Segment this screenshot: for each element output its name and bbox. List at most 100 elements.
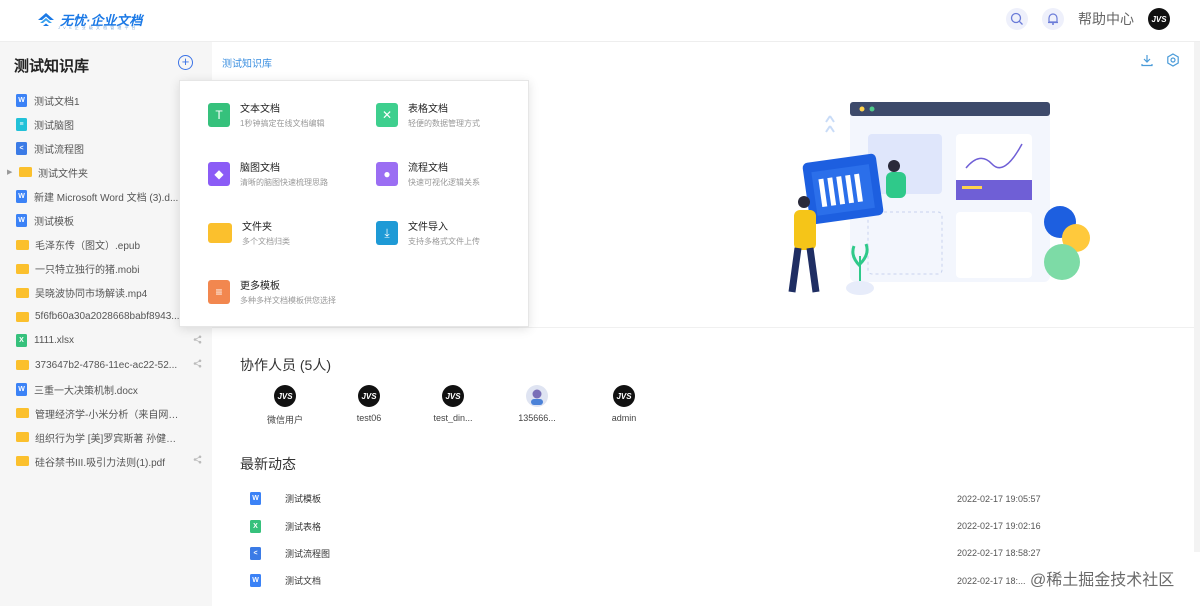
- sidebar-file-label: 测试模板: [34, 217, 74, 229]
- collaborator-avatar: [526, 385, 548, 407]
- activity-row[interactable]: X 测试表格 2022-02-17 19:02:16: [250, 512, 1050, 539]
- menu-item-text: 表格文档轻便的数据管理方式: [408, 103, 480, 130]
- sidebar-file-item[interactable]: 管理经济学-小米分析（来自网络...: [0, 401, 212, 425]
- menu-item-mindmap-doc[interactable]: ◆ 脑图文档 清晰的脑图快速梳理思路: [208, 162, 368, 189]
- collaborator-name: admin: [611, 413, 637, 423]
- section-divider: [212, 327, 1200, 328]
- share-icon[interactable]: [193, 455, 202, 467]
- activity-doc-name: 测试表格: [285, 521, 322, 532]
- collaborator[interactable]: JVS 微信用户: [250, 385, 320, 426]
- logo-subtitle: J V S 企 业 级 文 档 管 理 平 台: [58, 25, 137, 30]
- sidebar-file-label: 373647b2-4786-11ec-ac22-52...: [35, 359, 178, 371]
- sidebar-file-label: 测试文档1: [34, 96, 80, 108]
- sidebar-file-item[interactable]: 组织行为学 [美]罗宾斯著 孙健敏 ...: [0, 425, 212, 449]
- sidebar-file-item[interactable]: 硅谷禁书III.吸引力法则(1).pdf: [0, 449, 212, 473]
- logo-icon: [38, 12, 54, 26]
- activity-doc-name: 测试模板: [285, 494, 322, 505]
- menu-item-description: 快速可视化逻辑关系: [408, 178, 480, 187]
- folder-icon: [19, 167, 32, 178]
- sidebar-file-label: 硅谷禁书III.吸引力法则(1).pdf: [35, 457, 166, 469]
- collaborator[interactable]: JVS test06: [334, 385, 404, 423]
- sheet-doc-icon: ✕: [376, 103, 398, 127]
- menu-item-file-import[interactable]: ⤓ 文件导入 支持多格式文件上传: [376, 221, 536, 248]
- sidebar-file-label: 吴晓波协同市场解读.mp4: [35, 289, 148, 301]
- share-icon[interactable]: [193, 335, 202, 347]
- menu-item-folder[interactable]: 文件夹 多个文档归类: [208, 221, 368, 248]
- menu-item-title: 脑图文档: [240, 163, 280, 174]
- folder-icon: [16, 360, 29, 371]
- menu-item-description: 轻便的数据管理方式: [408, 119, 480, 128]
- word-file-icon: W: [250, 492, 261, 506]
- breadcrumb[interactable]: 测试知识库: [222, 55, 272, 70]
- sidebar-file-item[interactable]: X 1111.xlsx: [0, 329, 212, 353]
- activity-row[interactable]: < 测试流程图 2022-02-17 18:58:27: [250, 540, 1050, 567]
- activity-timestamp: 2022-02-17 18:...: [957, 575, 1026, 586]
- menu-item-description: 清晰的脑图快速梳理思路: [240, 178, 328, 187]
- activity-timestamp: 2022-02-17 19:02:16: [957, 521, 1041, 532]
- recent-activity-list: W 测试模板 2022-02-17 19:05:57 X 测试表格 2022-02-17 …: [250, 485, 1050, 595]
- menu-item-title: 文本文档: [240, 104, 280, 115]
- menu-item-sheet-doc[interactable]: ✕ 表格文档轻便的数据管理方式: [376, 103, 536, 130]
- recent-activity-title: 最新动态: [240, 456, 296, 472]
- sidebar-file-item[interactable]: 373647b2-4786-11ec-ac22-52...: [0, 353, 212, 377]
- word-file-icon: W: [16, 382, 27, 396]
- folder-icon: [208, 223, 232, 243]
- excel-file-icon: X: [250, 519, 261, 533]
- add-icon[interactable]: +: [178, 55, 193, 70]
- caret-right-icon[interactable]: ▶: [7, 168, 12, 176]
- bell-icon[interactable]: [1042, 8, 1064, 30]
- collaborator[interactable]: JVS admin: [589, 385, 659, 423]
- collaborator-avatar: JVS: [358, 385, 380, 407]
- activity-row[interactable]: W 测试模板 2022-02-17 19:05:57: [250, 485, 1050, 512]
- collaborator[interactable]: 135666...: [502, 385, 572, 423]
- menu-item-title: 表格文档: [408, 104, 448, 115]
- sidebar-file-item[interactable]: W 三重一大决策机制.docx: [0, 377, 212, 401]
- top-right-tools: 帮助中心 JVS: [1006, 8, 1170, 30]
- menu-item-title: 文件夹: [242, 222, 272, 233]
- word-file-icon: W: [16, 93, 27, 107]
- text-doc-icon: T: [208, 103, 230, 127]
- more-templates-icon: ≡: [208, 280, 230, 304]
- sidebar-file-label: 三重一大决策机制.docx: [34, 385, 138, 397]
- menu-item-more-templates[interactable]: ≡ 更多模板多种多样文档模板供您选择: [208, 280, 368, 307]
- help-center-link[interactable]: 帮助中心: [1078, 9, 1134, 29]
- menu-item-description: 多种多样文档模板供您选择: [240, 296, 336, 305]
- sidebar-file-label: 1111.xlsx: [34, 335, 75, 347]
- collaborator-avatar: JVS: [274, 385, 296, 407]
- flowchart-file-icon: <: [16, 141, 27, 155]
- collaborator-name: test06: [356, 413, 382, 423]
- folder-icon: [16, 408, 29, 419]
- collaborators-list: JVS 微信用户 JVS test06 JVS test_din... 135666... J…: [250, 385, 670, 435]
- menu-item-text-doc[interactable]: T 文本文档 1秒钟搞定在线文档编辑: [208, 103, 368, 130]
- sidebar-file-label: 一只特立独行的猪.mobi: [35, 265, 140, 277]
- activity-doc-name: 测试文档: [285, 576, 322, 587]
- collaborator[interactable]: JVS test_din...: [418, 385, 488, 423]
- collaborator-name: 微信用户: [266, 415, 303, 425]
- share-icon[interactable]: [193, 359, 202, 371]
- flow-doc-icon: ●: [376, 162, 398, 186]
- menu-item-text: 文本文档 1秒钟搞定在线文档编辑: [240, 103, 324, 130]
- menu-item-title: 更多模板: [240, 281, 280, 292]
- top-bar: 无忧·企业文档 J V S 企 业 级 文 档 管 理 平 台 帮助中心 JVS: [0, 0, 1200, 42]
- menu-item-flow-doc[interactable]: ● 流程文档 快速可视化逻辑关系: [376, 162, 536, 189]
- sidebar-file-label: 测试脑图: [34, 120, 74, 132]
- word-file-icon: W: [250, 574, 261, 588]
- collaborator-avatar: JVS: [613, 385, 635, 407]
- mindmap-file-icon: ≡: [16, 117, 27, 131]
- folder-icon: [16, 239, 29, 250]
- scrollbar[interactable]: [1194, 42, 1200, 552]
- word-file-icon: W: [16, 214, 27, 228]
- activity-row[interactable]: W 测试文档 2022-02-17 18:...: [250, 567, 1050, 594]
- activity-timestamp: 2022-02-17 18:58:27: [957, 548, 1041, 559]
- download-icon[interactable]: [1140, 53, 1154, 70]
- menu-item-description: 多个文档归类: [242, 237, 290, 246]
- settings-icon[interactable]: [1166, 53, 1180, 70]
- menu-item-text: 更多模板多种多样文档模板供您选择: [240, 280, 336, 307]
- menu-item-text: 脑图文档清晰的脑图快速梳理思路: [240, 162, 328, 189]
- collaborator-avatar: JVS: [442, 385, 464, 407]
- user-avatar[interactable]: JVS: [1148, 8, 1170, 30]
- sidebar-file-label: 5f6fb60a30a2028668babf8943...: [35, 311, 180, 323]
- search-icon[interactable]: [1006, 8, 1028, 30]
- sidebar-file-label: 组织行为学 [美]罗宾斯著 孙健敏 ...: [35, 433, 185, 445]
- sidebar-file-label: 测试文件夹: [38, 168, 88, 180]
